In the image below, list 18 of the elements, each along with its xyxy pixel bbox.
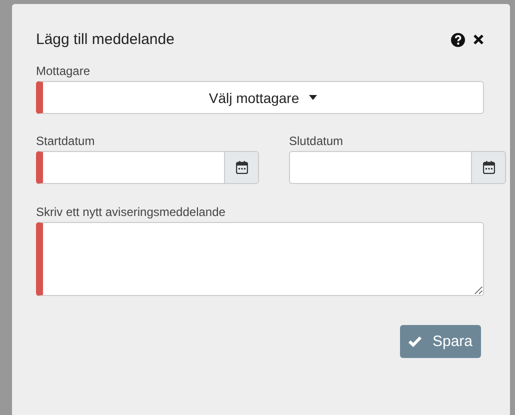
help-icon[interactable] — [451, 32, 465, 46]
date-field[interactable] — [289, 151, 471, 184]
date-field[interactable] — [36, 151, 224, 184]
calendar-button[interactable] — [224, 151, 259, 184]
check-icon — [408, 336, 422, 347]
field-label: Startdatum — [36, 134, 96, 148]
close-icon[interactable] — [473, 34, 484, 45]
field-label: Skriv ett nytt aviseringsmeddelande — [36, 205, 226, 219]
calendar-button[interactable] — [471, 151, 506, 184]
dialog-title: Lägg till meddelande — [36, 31, 174, 48]
save-button[interactable]: Spara — [400, 325, 481, 358]
field-label: Mottagare — [36, 64, 92, 78]
message-field[interactable] — [36, 222, 484, 296]
calendar-icon — [236, 161, 248, 174]
field-label: Slutdatum — [289, 134, 344, 148]
calendar-icon — [482, 161, 494, 174]
caret-icon — [309, 95, 318, 100]
recipient-dropdown[interactable]: Välj mottagare — [36, 81, 484, 114]
